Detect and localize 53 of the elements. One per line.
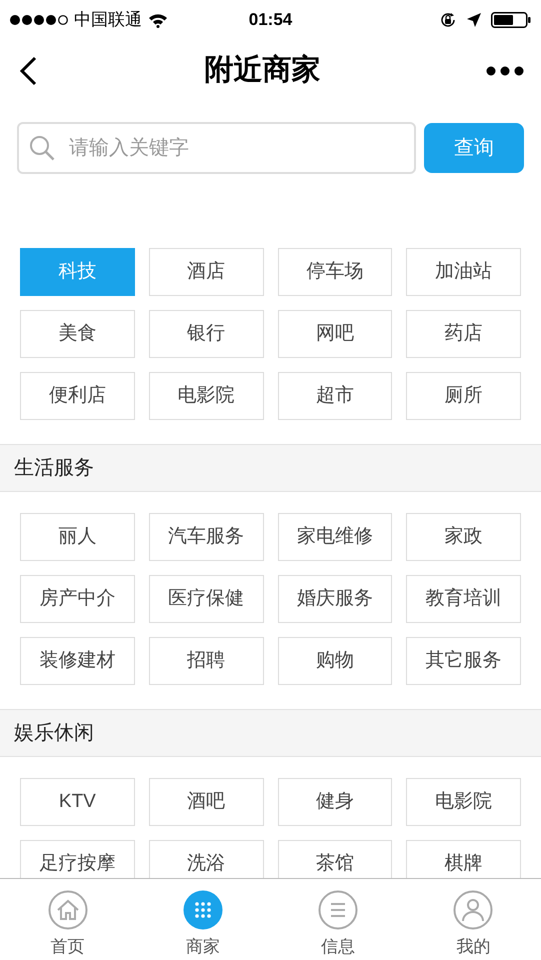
category-button[interactable]: 银行 [148,310,264,358]
search-icon [29,135,55,161]
category-button[interactable]: 装修建材 [20,637,135,685]
section-heading: 娱乐休闲 [14,721,94,746]
category-button[interactable]: 药店 [406,310,521,358]
clock-time: 01:54 [248,9,292,32]
location-arrow-icon [467,13,481,27]
grid-icon [182,890,223,930]
category-button[interactable]: 电影院 [406,778,521,826]
category-button[interactable]: 网吧 [278,310,392,358]
category-button[interactable]: 茶馆 [278,840,392,878]
category-button[interactable]: 洗浴 [148,840,264,878]
category-button[interactable]: 便利店 [20,372,135,420]
category-button[interactable]: 足疗按摩 [20,840,135,878]
tab-bar-item[interactable]: 信息 [270,879,406,960]
search-field[interactable]: 请输入关键字 [17,122,416,174]
list-icon [318,890,358,930]
category-button[interactable]: 加油站 [406,248,521,296]
page-title: 附近商家 [204,52,320,88]
category-button[interactable]: 停车场 [278,248,392,296]
home-icon [48,890,88,930]
tab-bar-item[interactable]: 我的 [406,879,541,960]
tab-bar-item[interactable]: 首页 [0,879,136,960]
back-icon [19,56,37,86]
category-button[interactable]: 美食 [20,310,135,358]
category-button[interactable]: 酒店 [148,248,264,296]
category-button[interactable]: 医疗保健 [148,575,264,623]
tab-bar-item[interactable]: 商家 [135,879,270,960]
category-button[interactable]: 房产中介 [20,575,135,623]
rotation-lock-icon [439,11,457,29]
category-button[interactable]: 家电维修 [278,513,392,561]
signal-icon [10,14,68,26]
category-button[interactable]: 婚庆服务 [278,575,392,623]
category-button[interactable]: 其它服务 [406,637,521,685]
category-button[interactable]: 酒吧 [148,778,264,826]
category-button[interactable]: KTV [20,778,135,826]
category-button[interactable]: 厕所 [406,372,521,420]
carrier-name: 中国联通 [74,9,142,32]
category-button[interactable]: 棋牌 [406,840,521,878]
category-button[interactable]: 购物 [278,637,392,685]
section-heading: 生活服务 [14,456,94,481]
category-button[interactable]: 汽车服务 [148,513,264,561]
category-button[interactable]: 教育培训 [406,575,521,623]
category-button[interactable]: 电影院 [148,372,264,420]
wifi-icon [148,12,168,28]
more-icon [486,66,524,76]
category-button[interactable]: 健身 [278,778,392,826]
category-button[interactable]: 丽人 [20,513,135,561]
person-icon [453,890,494,930]
category-button[interactable]: 招聘 [148,637,264,685]
category-button[interactable]: 家政 [406,513,521,561]
category-button[interactable]: 超市 [278,372,392,420]
battery-icon [491,12,531,28]
